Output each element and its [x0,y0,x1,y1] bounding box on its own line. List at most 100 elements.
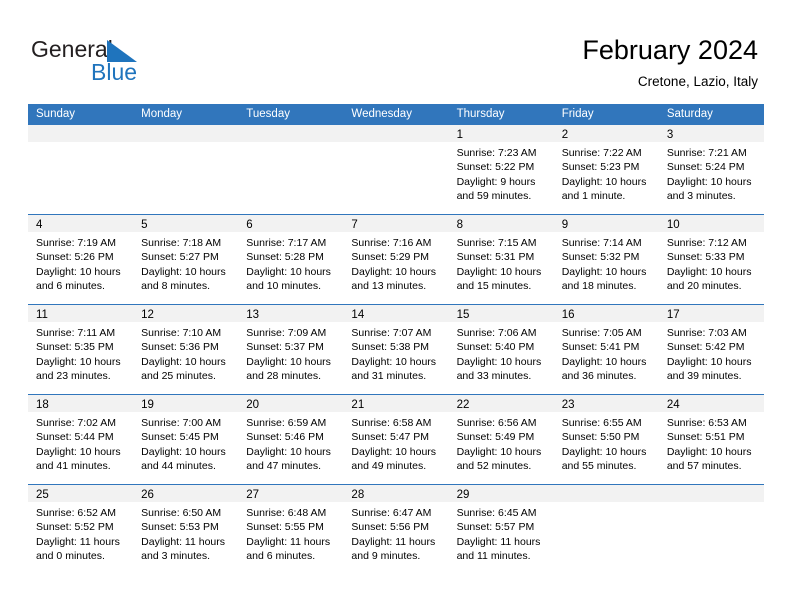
calendar-day-cell[interactable]: 10 Sunrise: 7:12 AM Sunset: 5:33 PM Dayligh… [658,215,764,304]
day-detail-lines [133,142,238,146]
daylight-text: Daylight: 10 hours [141,355,226,368]
calendar-day-cell[interactable]: 2 Sunrise: 7:22 AM Sunset: 5:23 PM Daylight… [553,125,659,214]
calendar-day-cell[interactable]: 23 Sunrise: 6:55 AM Sunset: 5:50 PM Dayligh… [553,395,659,484]
calendar-day-cell[interactable]: 11 Sunrise: 7:11 AM Sunset: 5:35 PM Dayligh… [28,305,134,394]
sunset-text: Sunset: 5:41 PM [561,341,640,354]
day-number-band [28,125,134,142]
daylight-text: and 0 minutes. [36,550,105,563]
day-detail-lines: Sunrise: 7:00 AM Sunset: 5:45 PM Daylight:… [133,412,238,474]
sunrise-text: Sunrise: 6:45 AM [456,507,537,519]
day-detail-lines: Sunrise: 6:55 AM Sunset: 5:50 PM Daylight:… [554,412,659,474]
daylight-text: and 10 minutes. [246,280,321,293]
sunset-text: Sunset: 5:52 PM [36,521,114,534]
day-detail-lines: Sunrise: 6:48 AM Sunset: 5:55 PM Daylight:… [238,502,343,564]
calendar-day-cell[interactable]: 18 Sunrise: 7:02 AM Sunset: 5:44 PM Dayligh… [28,395,134,484]
day-number: 3 [666,129,674,141]
weekday-header-row: Sunday Monday Tuesday Wednesday Thursday Frid… [28,104,764,125]
day-number-band: 10 [658,215,764,232]
sunset-text: Sunset: 5:31 PM [456,251,535,264]
calendar-day-cell[interactable]: 6 Sunrise: 7:17 AM Sunset: 5:28 PM Daylight… [238,215,344,304]
sunrise-text: Sunrise: 7:03 AM [666,327,747,339]
calendar-day-cell[interactable]: 13 Sunrise: 7:09 AM Sunset: 5:37 PM Dayligh… [238,305,344,394]
daylight-text: Daylight: 9 hours [456,175,536,188]
page-title: February 2024 [582,35,758,65]
calendar-day-cell[interactable]: 7 Sunrise: 7:16 AM Sunset: 5:29 PM Daylight… [343,215,449,304]
sunset-text: Sunset: 5:55 PM [246,521,324,534]
calendar-day-cell[interactable]: 26 Sunrise: 6:50 AM Sunset: 5:53 PM Dayligh… [133,485,239,574]
day-number: 24 [666,399,680,411]
sunset-text: Sunset: 5:45 PM [141,431,219,444]
calendar-week-row: 4 Sunrise: 7:19 AM Sunset: 5:26 PM Daylight… [28,214,764,304]
calendar-day-cell[interactable]: 28 Sunrise: 6:47 AM Sunset: 5:56 PM Dayligh… [343,485,449,574]
daylight-text: and 3 minutes. [141,550,211,563]
sunset-text: Sunset: 5:27 PM [141,251,219,264]
day-number: 21 [351,399,365,411]
page-header: General Blue February 2024 Cretone, Lazi… [0,0,792,100]
day-detail-lines: Sunrise: 7:23 AM Sunset: 5:22 PM Daylight:… [449,142,554,204]
weekday-header-sunday: Sunday [36,108,76,120]
daylight-text: and 13 minutes. [351,280,427,293]
day-number-band: 20 [238,395,344,412]
daylight-text: Daylight: 10 hours [351,445,437,458]
daylight-text: and 44 minutes. [141,460,216,473]
day-detail-lines: Sunrise: 6:50 AM Sunset: 5:53 PM Daylight:… [133,502,238,564]
calendar-day-cell[interactable]: 16 Sunrise: 7:05 AM Sunset: 5:41 PM Dayligh… [553,305,659,394]
weekday-header-thursday: Thursday [456,108,505,120]
calendar-day-cell[interactable]: 9 Sunrise: 7:14 AM Sunset: 5:32 PM Daylight… [553,215,659,304]
calendar-day-cell[interactable]: 27 Sunrise: 6:48 AM Sunset: 5:55 PM Dayligh… [238,485,344,574]
day-number-band: 14 [343,305,449,322]
day-number-band: 28 [343,485,449,502]
calendar-day-cell[interactable]: 22 Sunrise: 6:56 AM Sunset: 5:49 PM Dayligh… [448,395,554,484]
calendar-day-cell[interactable]: 4 Sunrise: 7:19 AM Sunset: 5:26 PM Daylight… [28,215,134,304]
day-number: 25 [36,489,49,501]
daylight-text: and 47 minutes. [246,460,321,473]
sunset-text: Sunset: 5:49 PM [456,431,535,444]
brand-logo[interactable]: General Blue [31,36,231,88]
calendar-day-cell[interactable]: 3 Sunrise: 7:21 AM Sunset: 5:24 PM Daylight… [658,125,764,214]
calendar-day-cell[interactable]: 17 Sunrise: 7:03 AM Sunset: 5:42 PM Dayligh… [658,305,764,394]
calendar-day-cell[interactable]: 20 Sunrise: 6:59 AM Sunset: 5:46 PM Dayligh… [238,395,344,484]
day-number: 10 [666,219,680,231]
day-detail-lines [343,142,448,146]
daylight-text: Daylight: 11 hours [351,535,436,548]
calendar-day-cell[interactable]: 25 Sunrise: 6:52 AM Sunset: 5:52 PM Dayligh… [28,485,134,574]
sunset-text: Sunset: 5:44 PM [36,431,114,444]
sunset-text: Sunset: 5:50 PM [561,431,640,444]
day-detail-lines [659,502,764,506]
calendar-body: 1 Sunrise: 7:23 AM Sunset: 5:22 PM Daylight… [28,125,764,574]
daylight-text: Daylight: 10 hours [36,445,121,458]
sunrise-text: Sunrise: 7:05 AM [561,327,642,339]
weekday-header-friday: Friday [561,108,594,120]
sunrise-text: Sunrise: 7:16 AM [351,237,432,249]
calendar-day-cell[interactable]: 29 Sunrise: 6:45 AM Sunset: 5:57 PM Dayligh… [448,485,554,574]
daylight-text: and 28 minutes. [246,370,321,383]
calendar-day-cell[interactable]: 1 Sunrise: 7:23 AM Sunset: 5:22 PM Daylight… [448,125,554,214]
day-detail-lines: Sunrise: 7:05 AM Sunset: 5:41 PM Daylight:… [554,322,659,384]
calendar-day-cell[interactable]: 19 Sunrise: 7:00 AM Sunset: 5:45 PM Dayligh… [133,395,239,484]
day-detail-lines: Sunrise: 6:45 AM Sunset: 5:57 PM Daylight:… [449,502,554,564]
day-number: 19 [141,399,154,411]
day-detail-lines [554,502,659,506]
day-number: 6 [246,219,253,231]
calendar-day-cell[interactable]: 12 Sunrise: 7:10 AM Sunset: 5:36 PM Dayligh… [133,305,239,394]
day-number-band [658,485,764,502]
day-number: 26 [141,489,154,501]
calendar-day-cell[interactable]: 21 Sunrise: 6:58 AM Sunset: 5:47 PM Dayligh… [343,395,449,484]
daylight-text: Daylight: 10 hours [561,175,647,188]
day-detail-lines: Sunrise: 7:10 AM Sunset: 5:36 PM Daylight:… [133,322,238,384]
day-number: 9 [561,219,569,231]
calendar-day-cell[interactable]: 24 Sunrise: 6:53 AM Sunset: 5:51 PM Dayligh… [658,395,764,484]
calendar-day-cell[interactable]: 5 Sunrise: 7:18 AM Sunset: 5:27 PM Daylight… [133,215,239,304]
calendar-day-cell[interactable]: 8 Sunrise: 7:15 AM Sunset: 5:31 PM Daylight… [448,215,554,304]
daylight-text: Daylight: 10 hours [456,445,542,458]
sunrise-text: Sunrise: 7:23 AM [456,147,537,159]
day-number-band: 23 [553,395,659,412]
daylight-text: Daylight: 10 hours [456,265,542,278]
day-detail-lines: Sunrise: 6:59 AM Sunset: 5:46 PM Daylight:… [238,412,343,474]
calendar-day-cell[interactable]: 15 Sunrise: 7:06 AM Sunset: 5:40 PM Dayligh… [448,305,554,394]
day-number: 18 [36,399,49,411]
sunset-text: Sunset: 5:53 PM [141,521,219,534]
calendar-day-cell[interactable]: 14 Sunrise: 7:07 AM Sunset: 5:38 PM Dayligh… [343,305,449,394]
day-number: 8 [456,219,463,231]
day-number: 22 [456,399,470,411]
